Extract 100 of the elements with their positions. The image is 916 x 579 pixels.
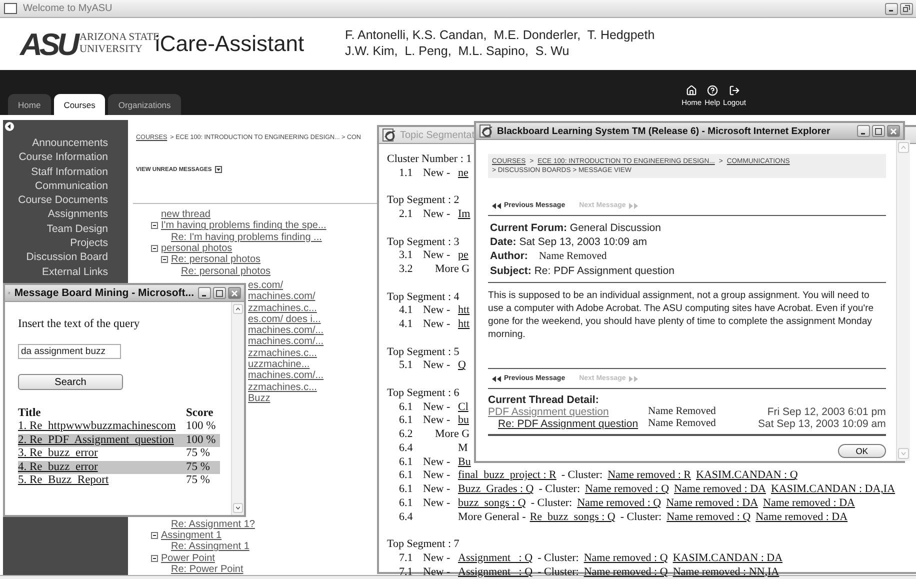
segment-link[interactable]: htt xyxy=(458,318,470,332)
sidebar-item[interactable]: Communication xyxy=(10,178,108,194)
thread-link[interactable]: Re: Assignment 1? xyxy=(171,518,255,530)
segment-link[interactable]: KASIM.CANDAN : DA,IA xyxy=(770,483,896,497)
segment-link[interactable]: Name removed : Q xyxy=(584,566,668,579)
result-row[interactable]: 5. Re Buzz Report 75 % xyxy=(18,474,220,488)
sidebar-item[interactable]: Assignments xyxy=(10,207,108,222)
thread-link[interactable]: machines.com/... xyxy=(248,370,324,382)
segment-link[interactable]: Buzz Grades : Q xyxy=(458,483,534,497)
close-button[interactable] xyxy=(228,287,241,299)
result-row[interactable]: 1. Re httpwwwbuzzmachinescom 100 % xyxy=(18,420,220,434)
sidebar-item[interactable]: Team Design Projects xyxy=(10,222,108,250)
segment-number: 6.2 xyxy=(399,428,414,442)
thread-link[interactable]: Buzz xyxy=(248,392,270,404)
collapse-icon[interactable] xyxy=(151,554,158,562)
segment-label: New - xyxy=(423,483,450,497)
segment-link[interactable]: Name removed : NN,IA xyxy=(672,566,780,579)
thread-link[interactable]: personal photos xyxy=(161,243,232,254)
thread-link[interactable]: Re: PDF Assignment question xyxy=(498,418,638,430)
restore-button[interactable] xyxy=(900,2,913,14)
thread-link[interactable]: Power Point xyxy=(161,552,215,564)
ok-button[interactable]: OK xyxy=(838,444,886,458)
segment-link[interactable]: Q xyxy=(458,359,466,373)
segment-link[interactable]: bu xyxy=(458,414,469,428)
result-score: 100 % xyxy=(186,434,217,448)
nav-tab[interactable]: Organizations xyxy=(108,94,181,115)
thread-link[interactable]: Re: personal photos xyxy=(181,266,271,277)
thread-link[interactable]: es.com/ does i... xyxy=(248,314,321,325)
thread-link[interactable]: zzmachines.c... xyxy=(248,348,317,359)
collapse-icon[interactable] xyxy=(151,245,158,252)
nav-tab[interactable]: Home xyxy=(8,94,51,115)
result-title[interactable]: 4. Re buzz error xyxy=(18,460,186,474)
segment-link[interactable]: Name removed : R xyxy=(608,469,692,483)
segment-link[interactable]: Assignment : Q xyxy=(458,552,533,566)
collapse-icon[interactable] xyxy=(151,532,158,539)
segment-link[interactable]: Name removed : Q xyxy=(585,483,670,497)
segment-link[interactable]: final buzz project : R xyxy=(458,469,556,483)
thread-link[interactable]: zzmachines.c... xyxy=(248,302,317,314)
nav-tab[interactable]: Courses xyxy=(54,94,106,115)
collapse-icon[interactable] xyxy=(161,256,168,264)
segment-number: 6.4 xyxy=(399,442,414,456)
minimize-button[interactable] xyxy=(857,125,870,137)
thread-link[interactable]: uzzmachine... xyxy=(248,359,310,370)
segment-link[interactable]: Bu xyxy=(458,456,471,470)
thread-link[interactable]: I'm having problems finding the spe... xyxy=(161,220,326,232)
result-row[interactable]: 3. Re buzz error 75 % xyxy=(18,447,220,461)
scroll-up-icon[interactable] xyxy=(233,304,243,314)
search-button[interactable]: Search xyxy=(18,374,123,390)
segment-link[interactable]: Name removed : DA xyxy=(674,483,766,497)
maximize-button[interactable] xyxy=(213,287,226,299)
scrollbar[interactable] xyxy=(231,302,244,515)
thread-link[interactable]: machines.com/... xyxy=(248,336,324,348)
segment-link[interactable]: Name removed : DA xyxy=(666,496,758,510)
query-field[interactable]: da assignment buzz xyxy=(18,344,121,359)
close-button[interactable] xyxy=(887,125,900,137)
thread-link[interactable]: new thread xyxy=(161,209,210,220)
minimize-button[interactable] xyxy=(198,287,211,299)
segment-link[interactable]: Re buzz songs : Q xyxy=(530,510,616,524)
result-title[interactable]: 2. Re PDF Assignment question xyxy=(18,434,186,448)
maximize-button[interactable] xyxy=(872,125,885,137)
result-title[interactable]: 3. Re buzz error xyxy=(18,447,186,461)
segment-link[interactable]: KASIM.CANDAN : Q xyxy=(696,469,798,483)
thread-link[interactable]: Assingment 1 xyxy=(161,530,222,541)
result-row[interactable]: 4. Re buzz error 75 % xyxy=(18,460,220,474)
sidebar-item[interactable]: Staff Information xyxy=(10,164,108,179)
sidebar-item[interactable]: External Links xyxy=(10,264,108,279)
result-title[interactable]: 1. Re httpwwwbuzzmachinescom xyxy=(18,420,186,434)
segment-link[interactable]: Im xyxy=(458,208,470,222)
sidebar-item[interactable]: Course Documents xyxy=(10,193,108,208)
segment-link[interactable]: KASIM.CANDAN : DA xyxy=(672,552,783,566)
dropdown-icon[interactable] xyxy=(214,166,222,173)
segment-link[interactable]: Name removed : Q xyxy=(666,510,751,524)
segment-link[interactable]: Assignment : Q xyxy=(458,566,533,579)
minimize-button[interactable] xyxy=(885,2,898,14)
thread-link[interactable]: es.com/ xyxy=(248,280,284,291)
segment-link[interactable]: ne xyxy=(458,166,468,180)
result-title[interactable]: 5. Re Buzz Report xyxy=(18,474,186,488)
segment-link[interactable]: pe xyxy=(458,249,468,263)
segment-link[interactable]: Cl xyxy=(458,400,468,414)
segment-link[interactable]: Name removed : DA xyxy=(756,510,848,524)
segment-link[interactable]: Name removed : DA xyxy=(763,496,855,510)
collapse-icon[interactable] xyxy=(151,222,158,230)
thread-link[interactable]: machines.com/ xyxy=(248,291,316,302)
thread-link[interactable]: Re: personal photos xyxy=(171,254,261,266)
segment-link[interactable]: htt xyxy=(458,304,470,318)
thread-link[interactable]: Re: I'm having problems finding ... xyxy=(171,232,322,243)
collapse-icon[interactable] xyxy=(5,122,14,131)
result-row[interactable]: 2. Re PDF Assignment question 100 % xyxy=(18,434,220,448)
segment-link[interactable]: Name removed : Q xyxy=(584,552,668,566)
thread-link[interactable]: PDF Assignment question xyxy=(488,406,609,418)
segment-link[interactable]: buzz songs : Q xyxy=(458,496,526,510)
thread-link[interactable]: Re: Assingment 1 xyxy=(171,541,250,552)
sidebar-item[interactable]: Discussion Board xyxy=(10,250,108,265)
thread-link[interactable]: zzmachines.c... xyxy=(248,382,317,393)
sidebar-item[interactable]: Course Information xyxy=(10,150,108,165)
thread-link[interactable]: Re: Power Point xyxy=(171,564,244,575)
scroll-down-icon[interactable] xyxy=(233,503,243,513)
thread-link[interactable]: machines.com/... xyxy=(248,325,324,336)
sidebar-item[interactable]: Announcements xyxy=(10,136,108,150)
segment-link[interactable]: Name removed : Q xyxy=(577,496,662,510)
